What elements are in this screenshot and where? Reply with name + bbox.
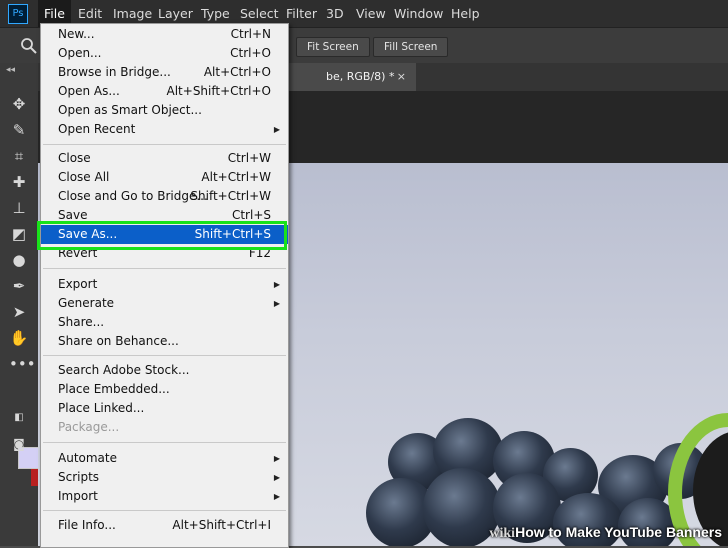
healing-brush-tool-icon[interactable]: ✚ [9,172,29,192]
menu-item-file-info[interactable]: File Info... Alt+Shift+Ctrl+I [41,516,288,535]
collapse-panel-icon[interactable]: ◂◂ [6,65,15,75]
menu-item-open-as-smart-object[interactable]: Open as Smart Object... [41,101,288,120]
menu-item-import[interactable]: Import ▶ [41,487,288,506]
fill-screen-button[interactable]: Fill Screen [373,37,449,57]
tools-panel: ◂◂ ✥ ✎ ⌗ ✚ ⊥ ◩ ● ✒ ➤ ✋ ••• ◧ ◙ [0,63,40,546]
menu-item-share[interactable]: Share... [41,313,288,332]
fit-screen-button[interactable]: Fit Screen [296,37,370,57]
menu-image[interactable]: Image [113,6,152,21]
menu-separator [43,442,286,443]
document-tab-title: be, RGB/8) * [326,70,395,83]
document-tab[interactable]: be, RGB/8) * × [288,63,416,91]
menu-item-place-embedded[interactable]: Place Embedded... [41,380,288,399]
menu-item-open-recent[interactable]: Open Recent ▶ [41,120,288,139]
menu-item-open[interactable]: Open... Ctrl+O [41,44,288,63]
watermark-title: How to Make YouTube Banners [515,524,722,540]
submenu-arrow-icon: ▶ [273,125,280,134]
quick-mask-icon[interactable]: ◙ [9,434,29,454]
clone-stamp-tool-icon[interactable]: ⊥ [9,198,29,218]
watermark-wiki: wiki [489,526,516,541]
move-tool-icon[interactable]: ✥ [9,94,29,114]
submenu-arrow-icon: ▶ [273,299,280,308]
crop-tool-icon[interactable]: ⌗ [9,146,29,166]
submenu-arrow-icon: ▶ [273,492,280,501]
menu-help[interactable]: Help [451,6,480,21]
submenu-arrow-icon: ▶ [273,454,280,463]
blur-tool-icon[interactable]: ● [9,250,29,270]
menu-layer[interactable]: Layer [158,6,193,21]
menu-item-package: Package... [58,420,120,434]
wikihow-watermark: wikiHow to Make YouTube Banners [489,524,722,542]
menu-item-generate[interactable]: Generate ▶ [41,294,288,313]
eraser-tool-icon[interactable]: ◩ [9,224,29,244]
path-selection-tool-icon[interactable]: ➤ [9,302,29,322]
menu-item-close-and-go-to-bridge[interactable]: Close and Go to Bridge... Shift+Ctrl+W [41,187,288,206]
menu-3d[interactable]: 3D [326,6,344,21]
menu-separator [43,510,286,511]
submenu-arrow-icon: ▶ [273,280,280,289]
hand-tool-icon[interactable]: ✋ [9,328,29,348]
menu-type[interactable]: Type [201,6,230,21]
menu-item-browse-in-bridge[interactable]: Browse in Bridge... Alt+Ctrl+O [41,63,288,82]
menu-edit[interactable]: Edit [78,6,102,21]
menu-separator [43,268,286,269]
menu-item-close[interactable]: Close Ctrl+W [41,149,288,168]
menu-item-share-on-behance[interactable]: Share on Behance... [41,332,288,351]
quick-selection-tool-icon[interactable]: ✎ [9,120,29,140]
menu-item-automate[interactable]: Automate ▶ [41,449,288,468]
menu-item-new[interactable]: New... Ctrl+N [41,25,288,44]
submenu-arrow-icon: ▶ [273,473,280,482]
zoom-icon[interactable] [20,37,38,55]
menu-item-open-as[interactable]: Open As... Alt+Shift+Ctrl+O [41,82,288,101]
menu-view[interactable]: View [356,6,386,21]
menu-separator [43,355,286,356]
file-menu-dropdown: New... Ctrl+N Open... Ctrl+O Browse in Bri… [40,23,289,548]
menu-filter[interactable]: Filter [286,6,317,21]
menu-item-scripts[interactable]: Scripts ▶ [41,468,288,487]
menu-window[interactable]: Window [394,6,443,21]
default-colors-icon[interactable]: ◧ [9,408,29,428]
menu-item-place-linked[interactable]: Place Linked... [41,399,288,418]
photoshop-logo-icon: Ps [8,4,28,24]
menu-separator [43,144,286,145]
pen-tool-icon[interactable]: ✒ [9,276,29,296]
menu-select[interactable]: Select [240,6,279,21]
menu-item-export[interactable]: Export ▶ [41,275,288,294]
save-as-highlight [37,221,287,250]
menu-item-search-adobe-stock[interactable]: Search Adobe Stock... [41,361,288,380]
more-tools-icon[interactable]: ••• [9,354,36,374]
menu-item-close-all[interactable]: Close All Alt+Ctrl+W [41,168,288,187]
close-tab-icon[interactable]: × [397,63,406,91]
